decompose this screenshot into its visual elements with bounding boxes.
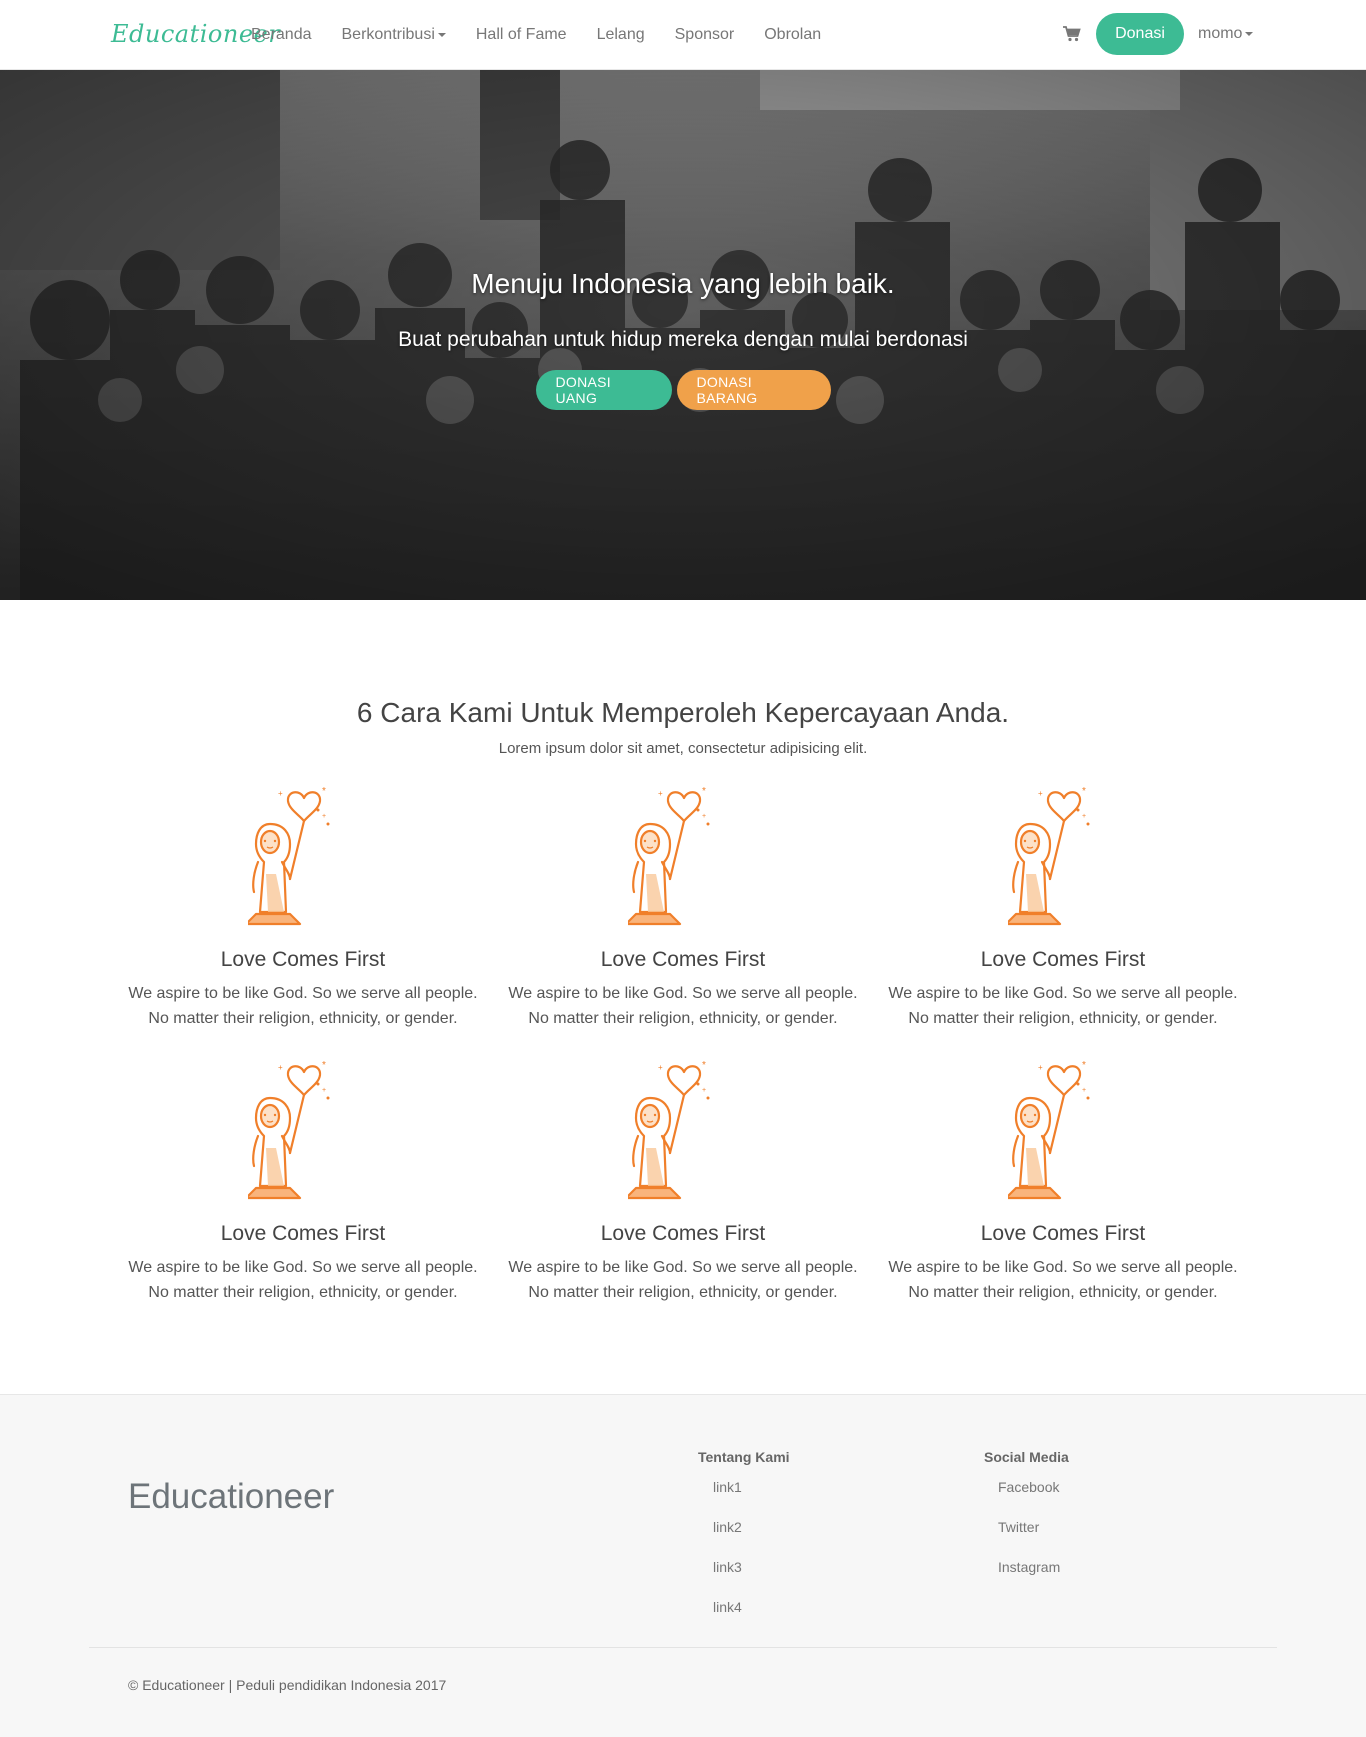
copyright: © Educationeer | Peduli pendidikan Indon… — [128, 1677, 447, 1693]
feature-title: Love Comes First — [600, 1222, 766, 1245]
section-title: 6 Cara Kami Untuk Memperoleh Kepercayaan… — [356, 697, 1010, 728]
footer-brand: Educationeer — [128, 1477, 335, 1516]
feature-description: We aspire to be like God. So we serve al… — [873, 1255, 1253, 1305]
feature-card: * + + Love Comes First We aspire to be l… — [873, 780, 1253, 1054]
nav-links: Beranda Berkontribusi Hall of Fame Lelan… — [236, 0, 836, 70]
girl-with-heart-balloon-icon: * + + — [248, 1060, 330, 1200]
svg-text:*: * — [1082, 1060, 1086, 1071]
nav-item-hall-of-fame[interactable]: Hall of Fame — [476, 26, 567, 44]
feature-line: No matter their religion, ethnicity, or … — [148, 1010, 458, 1027]
feature-description: We aspire to be like God. So we serve al… — [493, 981, 873, 1031]
caret-down-icon — [1245, 31, 1254, 36]
feature-line: No matter their religion, ethnicity, or … — [528, 1284, 838, 1301]
feature-card: * + + Love Comes First We aspire to be l… — [113, 1054, 493, 1328]
hero-subtitle: Buat perubahan untuk hidup mereka dengan… — [398, 328, 968, 351]
feature-card: * + + Love Comes First We aspire to be l… — [113, 780, 493, 1054]
donate-goods-button[interactable]: DONASI BARANG — [676, 370, 831, 410]
section-subtitle: Lorem ipsum dolor sit amet, consectetur … — [498, 740, 868, 757]
feature-title: Love Comes First — [980, 1222, 1146, 1245]
footer-link-twitter[interactable]: Twitter — [998, 1519, 1039, 1535]
hero-actions: DONASI UANG DONASI BARANG — [0, 370, 1366, 410]
hero-title: Menuju Indonesia yang lebih baik. — [471, 268, 895, 299]
feature-card: * + + Love Comes First We aspire to be l… — [493, 780, 873, 1054]
svg-text:+: + — [1082, 1087, 1086, 1094]
user-menu[interactable]: momo — [1198, 25, 1254, 43]
feature-line: No matter their religion, ethnicity, or … — [908, 1284, 1218, 1301]
feature-line: We aspire to be like God. So we serve al… — [888, 1259, 1238, 1276]
footer-about-title: Tentang Kami — [698, 1449, 790, 1465]
footer-link-1[interactable]: link1 — [713, 1479, 742, 1495]
svg-text:+: + — [1082, 813, 1086, 820]
shopping-cart-icon[interactable] — [1063, 26, 1081, 42]
svg-text:+: + — [278, 789, 283, 798]
donate-money-button[interactable]: DONASI UANG — [535, 370, 672, 410]
feature-line: We aspire to be like God. So we serve al… — [508, 985, 858, 1002]
svg-text:+: + — [322, 813, 326, 820]
nav-item-lelang[interactable]: Lelang — [597, 26, 645, 44]
feature-line: We aspire to be like God. So we serve al… — [128, 985, 478, 1002]
nav-item-berkontribusi[interactable]: Berkontribusi — [342, 26, 446, 44]
feature-card: * + + Love Comes First We aspire to be l… — [873, 1054, 1253, 1328]
user-name: momo — [1198, 25, 1243, 42]
caret-down-icon — [437, 32, 446, 37]
hero-banner: Menuju Indonesia yang lebih baik. Buat p… — [0, 70, 1366, 600]
footer-social-title: Social Media — [984, 1449, 1069, 1465]
feature-line: We aspire to be like God. So we serve al… — [888, 985, 1238, 1002]
svg-text:+: + — [658, 789, 663, 798]
footer: Educationeer Tentang Kami link1 link2 li… — [0, 1394, 1366, 1737]
footer-link-4[interactable]: link4 — [713, 1599, 742, 1615]
footer-link-3[interactable]: link3 — [713, 1559, 742, 1575]
navbar: Educationeer Beranda Berkontribusi Hall … — [0, 0, 1366, 70]
nav-item-sponsor[interactable]: Sponsor — [675, 26, 735, 44]
feature-line: No matter their religion, ethnicity, or … — [148, 1284, 458, 1301]
svg-text:+: + — [1038, 1063, 1043, 1072]
svg-text:*: * — [702, 786, 706, 797]
feature-title: Love Comes First — [980, 948, 1146, 971]
svg-text:+: + — [658, 1063, 663, 1072]
nav-item-beranda[interactable]: Beranda — [251, 26, 312, 44]
donate-button[interactable]: Donasi — [1096, 13, 1184, 55]
feature-description: We aspire to be like God. So we serve al… — [113, 1255, 493, 1305]
girl-with-heart-balloon-icon: * + + — [248, 786, 330, 926]
svg-text:*: * — [322, 1060, 326, 1071]
feature-description: We aspire to be like God. So we serve al… — [493, 1255, 873, 1305]
footer-divider — [89, 1647, 1277, 1648]
svg-text:+: + — [1038, 789, 1043, 798]
feature-description: We aspire to be like God. So we serve al… — [873, 981, 1253, 1031]
feature-title: Love Comes First — [220, 948, 386, 971]
feature-card: * + + Love Comes First We aspire to be l… — [493, 1054, 873, 1328]
footer-link-2[interactable]: link2 — [713, 1519, 742, 1535]
girl-with-heart-balloon-icon: * + + — [1008, 786, 1090, 926]
nav-item-obrolan[interactable]: Obrolan — [764, 26, 821, 44]
svg-text:*: * — [322, 786, 326, 797]
svg-text:+: + — [322, 1087, 326, 1094]
svg-text:+: + — [278, 1063, 283, 1072]
nav-item-berkontribusi-label: Berkontribusi — [341, 26, 435, 43]
footer-link-instagram[interactable]: Instagram — [998, 1559, 1060, 1575]
feature-line: No matter their religion, ethnicity, or … — [528, 1010, 838, 1027]
girl-with-heart-balloon-icon: * + + — [628, 1060, 710, 1200]
svg-text:+: + — [702, 813, 706, 820]
feature-line: We aspire to be like God. So we serve al… — [128, 1259, 478, 1276]
feature-line: We aspire to be like God. So we serve al… — [508, 1259, 858, 1276]
features-grid: * + + Love Comes First We aspire to be l… — [113, 780, 1253, 1328]
feature-line: No matter their religion, ethnicity, or … — [908, 1010, 1218, 1027]
feature-description: We aspire to be like God. So we serve al… — [113, 981, 493, 1031]
svg-text:*: * — [702, 1060, 706, 1071]
girl-with-heart-balloon-icon: * + + — [1008, 1060, 1090, 1200]
svg-text:*: * — [1082, 786, 1086, 797]
footer-link-facebook[interactable]: Facebook — [998, 1479, 1059, 1495]
feature-title: Love Comes First — [220, 1222, 386, 1245]
girl-with-heart-balloon-icon: * + + — [628, 786, 710, 926]
feature-title: Love Comes First — [600, 948, 766, 971]
svg-text:+: + — [702, 1087, 706, 1094]
